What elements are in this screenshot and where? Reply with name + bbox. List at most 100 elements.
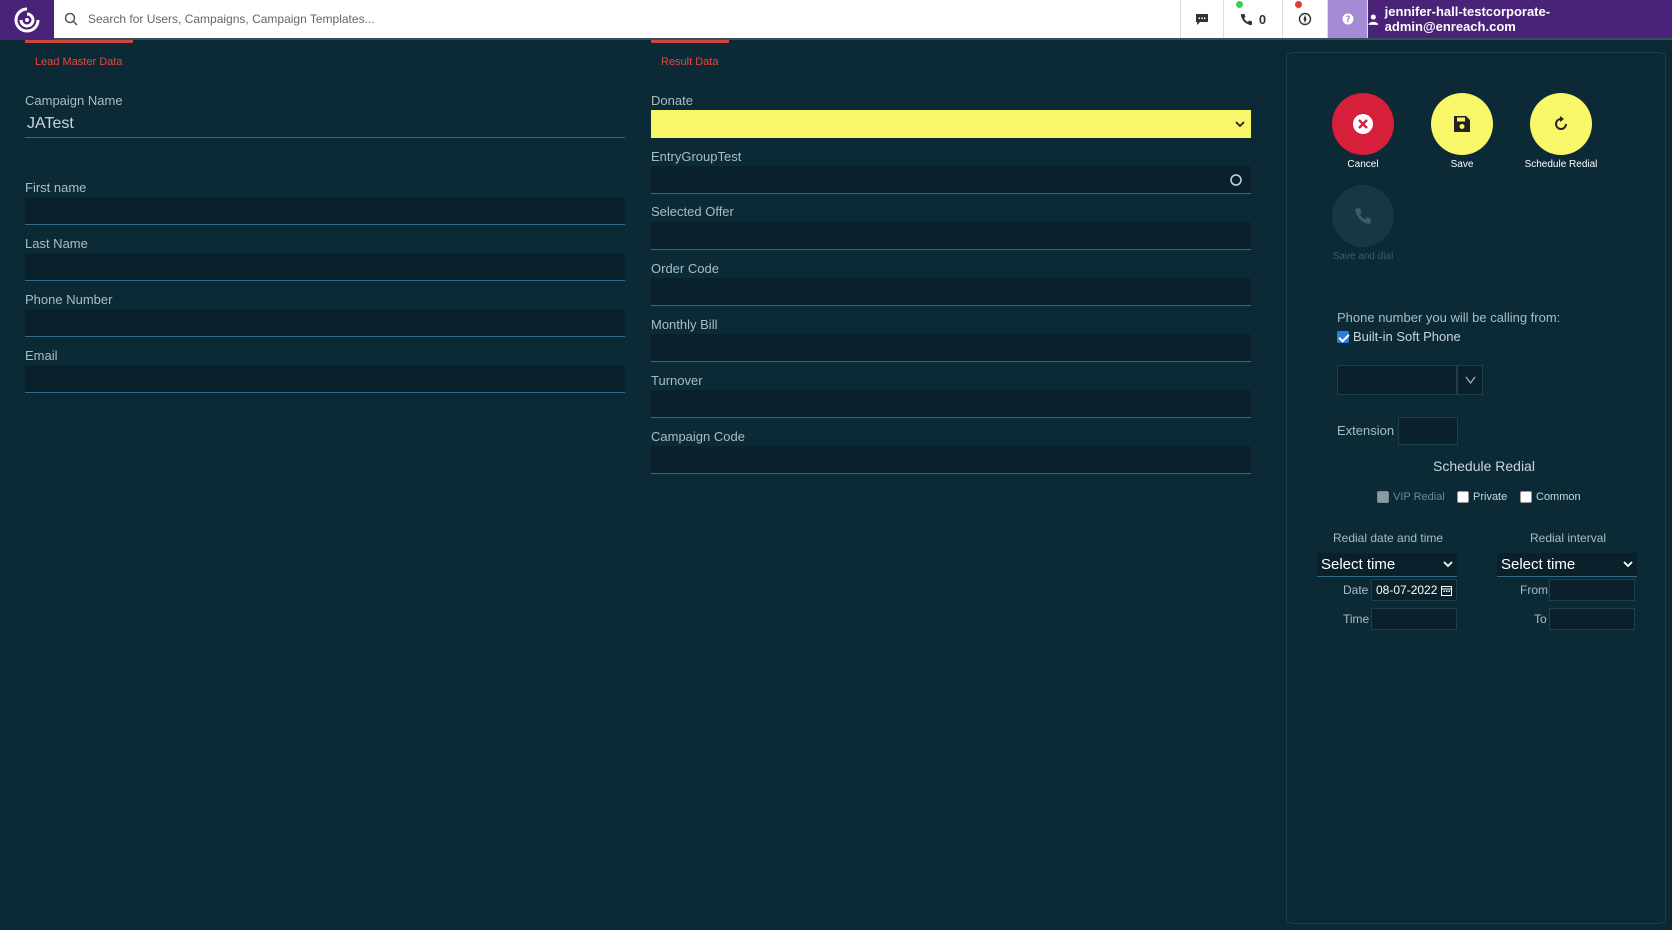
calling-number-dropdown-toggle[interactable] (1457, 365, 1483, 395)
cancel-button[interactable]: Cancel (1313, 93, 1413, 170)
common-label: Common (1536, 491, 1581, 503)
monthly-bill-label: Monthly Bill (651, 317, 718, 332)
tab-result-label: Result Data (661, 56, 719, 68)
user-icon (1368, 14, 1379, 25)
order-code-label: Order Code (651, 261, 719, 276)
chevron-down-icon (1235, 120, 1245, 127)
order-code-field[interactable] (651, 278, 1251, 306)
chevron-down-icon (1443, 561, 1453, 568)
phone-icon (1240, 13, 1252, 25)
chat-button[interactable] (1180, 0, 1223, 38)
user-email: jennifer-hall-testcorporate-admin@enreac… (1384, 4, 1551, 34)
close-circle-icon (1353, 114, 1373, 134)
last-name-field[interactable] (25, 253, 625, 281)
extension-input[interactable] (1398, 417, 1458, 445)
checkbox-checked-icon (1337, 330, 1349, 343)
campaign-name-field: JATest (25, 110, 625, 138)
time-label: Time (1343, 612, 1370, 626)
vip-redial-label: VIP Redial (1393, 491, 1445, 503)
turnover-label: Turnover (651, 373, 703, 388)
last-name-label: Last Name (25, 236, 88, 251)
checkbox-empty-icon (1457, 491, 1469, 503)
vip-redial-checkbox[interactable]: VIP Redial (1377, 491, 1445, 503)
selected-offer-field[interactable] (651, 222, 1251, 250)
redial-interval-select[interactable]: Select time (1497, 553, 1637, 577)
first-name-field[interactable] (25, 197, 625, 225)
svg-text:?: ? (1345, 15, 1350, 25)
time-input[interactable] (1371, 608, 1457, 630)
redial-time-select-value: Select time (1321, 556, 1396, 573)
campaign-code-label: Campaign Code (651, 429, 745, 444)
save-label: Save (1450, 159, 1474, 170)
call-action-panel: Cancel Save Schedule Redial Save and dia… (1286, 52, 1666, 924)
phone-number-field[interactable] (25, 309, 625, 337)
calls-count: 0 (1258, 11, 1267, 27)
email-label: Email (25, 348, 58, 363)
turnover-field[interactable] (651, 390, 1251, 418)
built-in-soft-phone-checkbox[interactable]: Built-in Soft Phone (1337, 329, 1461, 344)
cancel-label: Cancel (1347, 159, 1379, 170)
calls-counter-button[interactable]: 0 (1223, 0, 1282, 38)
to-label: To (1534, 612, 1547, 626)
save-button[interactable]: Save (1412, 93, 1512, 170)
redo-icon (1555, 116, 1567, 130)
search-input[interactable] (88, 12, 688, 26)
extension-label: Extension (1337, 423, 1395, 438)
save-icon (1454, 116, 1470, 132)
entry-group-field[interactable] (651, 166, 1251, 194)
checkbox-empty-icon (1520, 491, 1532, 503)
schedule-redial-title: Schedule Redial (1433, 458, 1535, 474)
user-menu[interactable]: jennifer-hall-testcorporate-admin@enreac… (1367, 0, 1672, 38)
date-label: Date (1343, 583, 1369, 597)
donate-select[interactable] (651, 110, 1251, 138)
selected-offer-label: Selected Offer (651, 204, 734, 219)
chevron-down-icon (1465, 376, 1475, 384)
redial-interval-header: Redial interval (1530, 531, 1607, 545)
global-search (54, 0, 1180, 38)
save-and-dial-circle (1332, 185, 1394, 247)
calendar-icon (1441, 585, 1452, 596)
help-icon: ? (1342, 13, 1353, 25)
redial-date-time-header: Redial date and time (1333, 531, 1444, 545)
search-icon[interactable] (1229, 173, 1243, 187)
first-name-label: First name (25, 180, 87, 195)
private-checkbox[interactable]: Private (1457, 491, 1507, 503)
save-and-dial-label: Save and dial (1332, 251, 1394, 262)
calling-number-select[interactable] (1337, 365, 1457, 395)
save-and-dial-button[interactable]: Save and dial (1313, 185, 1413, 262)
entry-group-label: EntryGroupTest (651, 149, 742, 164)
interval-to-input[interactable] (1549, 608, 1635, 630)
monthly-bill-field[interactable] (651, 334, 1251, 362)
app-logo[interactable] (0, 0, 54, 40)
date-input-value: 08-07-2022 (1376, 583, 1438, 597)
donate-label: Donate (651, 93, 693, 108)
from-label: From (1520, 583, 1548, 597)
tab-lead-master-label: Lead Master Data (35, 56, 123, 68)
date-input[interactable]: 08-07-2022 (1371, 579, 1457, 601)
search-icon (64, 12, 78, 26)
save-circle (1431, 93, 1493, 155)
campaign-name-label: Campaign Name (25, 93, 123, 108)
cancel-circle (1332, 93, 1394, 155)
email-field[interactable] (25, 365, 625, 393)
top-bar: 0 ? jennifer-hall-testcorporate-admin@en… (0, 0, 1672, 40)
calling-from-label: Phone number you will be calling from: (1337, 310, 1561, 325)
chevron-down-icon (1623, 561, 1633, 568)
schedule-redial-button[interactable]: Schedule Redial (1511, 93, 1611, 170)
common-checkbox[interactable]: Common (1520, 491, 1581, 503)
private-label: Private (1473, 491, 1508, 503)
online-status-dot (1236, 1, 1243, 8)
tab-result-data[interactable]: Result Data (651, 40, 729, 68)
checkbox-disabled-icon (1377, 491, 1389, 503)
chat-icon (1196, 13, 1208, 25)
schedule-redial-circle (1530, 93, 1592, 155)
campaign-code-field[interactable] (651, 446, 1251, 474)
redial-interval-select-value: Select time (1501, 556, 1576, 573)
help-button[interactable]: ? (1327, 0, 1367, 38)
interval-from-input[interactable] (1549, 579, 1635, 601)
logo-icon (14, 7, 40, 33)
tab-lead-master-data[interactable]: Lead Master Data (25, 40, 133, 68)
redial-time-select[interactable]: Select time (1317, 553, 1457, 577)
status-button[interactable] (1282, 0, 1327, 38)
phone-icon (1355, 208, 1371, 224)
